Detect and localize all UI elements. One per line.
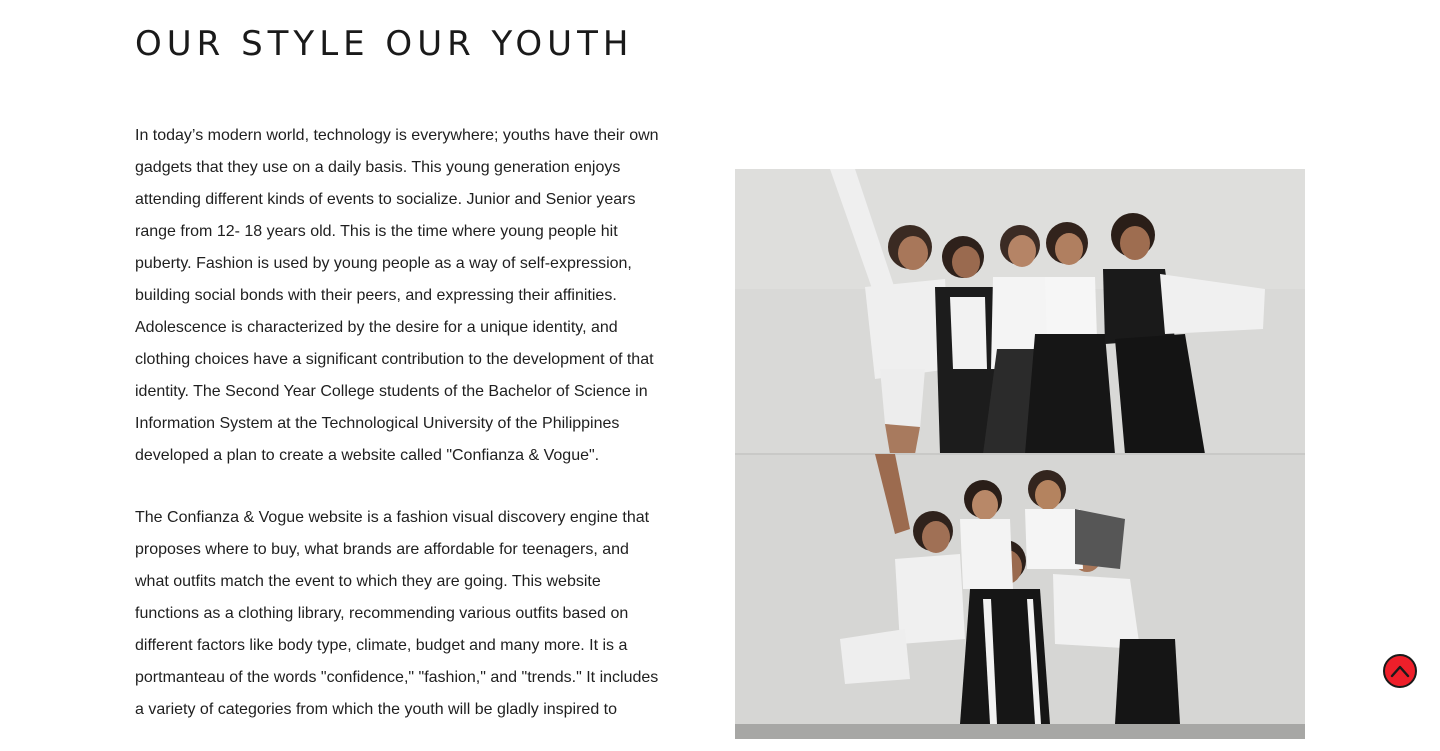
group-photo-image	[735, 169, 1305, 739]
intro-text: In today’s modern world, technology is e…	[135, 120, 659, 726]
group-photo-top	[735, 169, 1305, 454]
group-photo	[735, 169, 1305, 739]
intro-paragraph-1: In today’s modern world, technology is e…	[135, 127, 659, 464]
chevron-up-icon	[1390, 665, 1410, 678]
intro-paragraph-2: The Confianza & Vogue website is a fashi…	[135, 509, 659, 718]
scroll-to-top-button[interactable]	[1383, 654, 1417, 688]
page-title: OUR STYLE OUR YOUTH	[135, 24, 634, 64]
group-photo-bottom	[735, 454, 1305, 739]
